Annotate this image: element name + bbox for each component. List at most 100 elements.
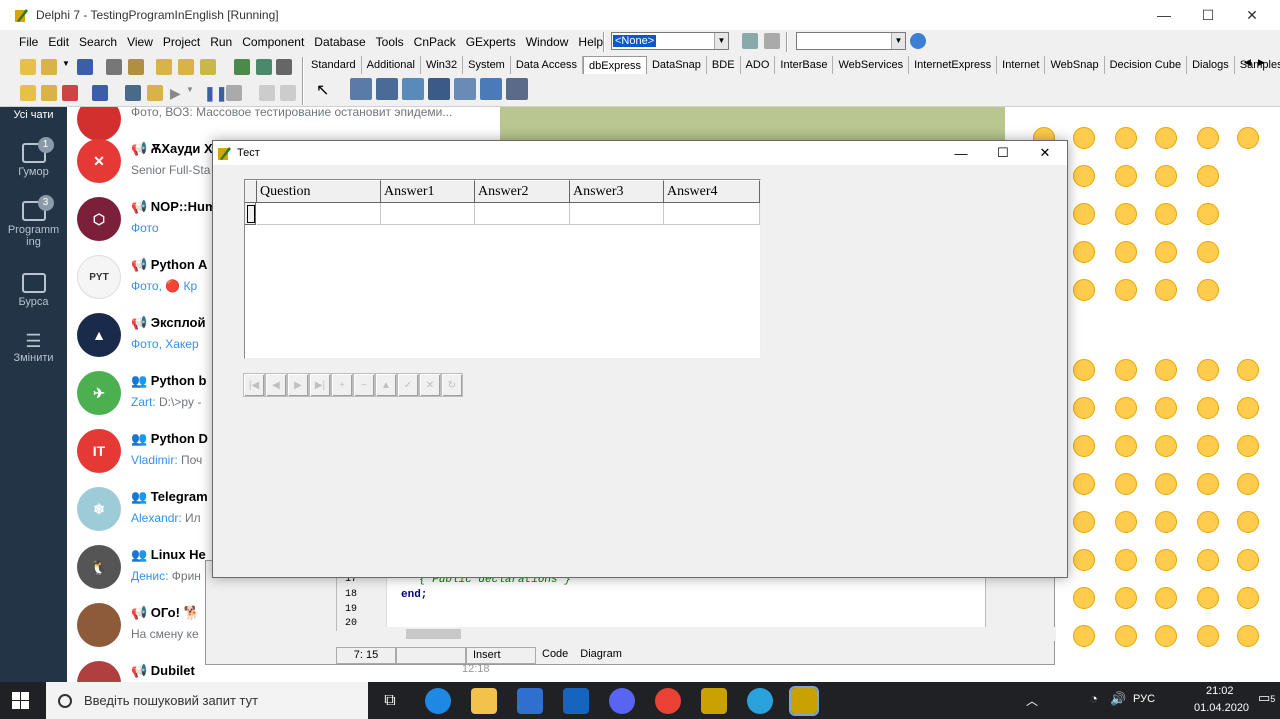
emoji-icon[interactable] [1073, 127, 1095, 149]
add-file-icon[interactable] [156, 59, 172, 75]
help-book-icon[interactable] [234, 59, 250, 75]
emoji-icon[interactable] [1197, 203, 1219, 225]
menu-edit[interactable]: Edit [43, 31, 74, 53]
emoji-icon[interactable] [1115, 203, 1137, 225]
help-icon[interactable] [276, 59, 292, 75]
emoji-icon[interactable] [1073, 203, 1095, 225]
mail-icon[interactable] [563, 688, 589, 714]
step-over-icon[interactable] [259, 85, 275, 101]
emoji-icon[interactable] [1155, 241, 1177, 263]
toggle-form-unit-icon[interactable] [62, 85, 78, 101]
emoji-icon[interactable] [1115, 397, 1137, 419]
column-header-answer3[interactable]: Answer3 [570, 180, 664, 203]
emoji-icon[interactable] [1115, 127, 1137, 149]
save-icon[interactable] [77, 59, 93, 75]
remove-file-icon[interactable] [178, 59, 194, 75]
folder-bursa[interactable]: Бурса [0, 273, 67, 308]
clock-time[interactable]: 21:02 [1206, 685, 1234, 697]
emoji-icon[interactable] [1155, 587, 1177, 609]
pointer-icon[interactable]: ↖ [316, 80, 332, 99]
open-project-icon[interactable] [128, 59, 144, 75]
emoji-icon[interactable] [1237, 127, 1259, 149]
new-form-icon[interactable] [92, 85, 108, 101]
folder-humor[interactable]: 1 Гумор [0, 137, 67, 178]
emoji-icon[interactable] [1197, 511, 1219, 533]
view-unit-icon[interactable] [20, 85, 36, 101]
maximize-button[interactable]: ☐ [1186, 0, 1230, 30]
palette-tab[interactable]: Internet [997, 56, 1046, 74]
save-all-icon[interactable] [106, 59, 122, 75]
close-button[interactable]: ✕ [1023, 141, 1067, 165]
open-icon[interactable] [41, 59, 57, 75]
sqlstoredproc-icon[interactable] [428, 78, 450, 100]
folder-edit[interactable]: ☰ Змінити [0, 331, 67, 364]
emoji-icon[interactable] [1115, 473, 1137, 495]
palette-tab-active[interactable]: dbExpress [583, 56, 647, 74]
emoji-icon[interactable] [1197, 241, 1219, 263]
menu-component[interactable]: Component [237, 31, 309, 53]
set-debug-desktop-icon[interactable] [764, 33, 780, 49]
discord-icon[interactable] [609, 688, 635, 714]
emoji-icon[interactable] [1115, 587, 1137, 609]
palette-scroll-left-icon[interactable]: ◀ [1244, 57, 1254, 73]
palette-tab[interactable]: System [463, 56, 511, 74]
nav-prior-button[interactable]: ◀ [265, 373, 287, 397]
emoji-icon[interactable] [1155, 625, 1177, 647]
nav-next-button[interactable]: ▶ [287, 373, 309, 397]
emoji-icon[interactable] [1237, 625, 1259, 647]
nav-post-button[interactable]: ✓ [397, 373, 419, 397]
task-view-icon[interactable]: ⧉ [377, 688, 403, 714]
view-form-icon[interactable] [41, 85, 57, 101]
menu-search[interactable]: Search [74, 31, 122, 53]
emoji-icon[interactable] [1115, 359, 1137, 381]
palette-tab[interactable]: InterBase [775, 56, 834, 74]
input-language[interactable]: РУС [1133, 693, 1155, 705]
speaker-icon[interactable]: 🔊 [1110, 691, 1126, 707]
gears-icon[interactable] [125, 85, 141, 101]
tab-code[interactable]: Code [536, 647, 574, 664]
chevron-down-icon[interactable]: ▼ [186, 85, 196, 101]
palette-tab[interactable]: Decision Cube [1105, 56, 1188, 74]
emoji-icon[interactable] [1237, 511, 1259, 533]
desktop-layout-combo[interactable]: <None> ▼ [611, 32, 729, 50]
emoji-icon[interactable] [1237, 549, 1259, 571]
emoji-icon[interactable] [1073, 165, 1095, 187]
menu-run[interactable]: Run [205, 31, 237, 53]
palette-tab[interactable]: Additional [362, 56, 421, 74]
folder-programming[interactable]: 3 Programm ing [0, 195, 67, 248]
emoji-icon[interactable] [1155, 279, 1177, 301]
emoji-icon[interactable] [1073, 473, 1095, 495]
menu-gexperts[interactable]: GExperts [461, 31, 521, 53]
palette-tab[interactable]: DataSnap [647, 56, 707, 74]
clock-date[interactable]: 01.04.2020 [1194, 702, 1249, 714]
delphi-taskbar-icon[interactable] [701, 688, 727, 714]
emoji-icon[interactable] [1115, 435, 1137, 457]
emoji-icon[interactable] [1073, 397, 1095, 419]
nav-refresh-button[interactable]: ↻ [441, 373, 463, 397]
sqlmonitor-icon[interactable] [480, 78, 502, 100]
column-header-answer2[interactable]: Answer2 [475, 180, 570, 203]
palette-tab[interactable]: Data Access [511, 56, 583, 74]
emoji-icon[interactable] [1197, 625, 1219, 647]
taskbar-search-box[interactable]: Введіть пошуковий запит тут [46, 682, 368, 719]
chrome-icon[interactable] [655, 688, 681, 714]
emoji-icon[interactable] [1197, 435, 1219, 457]
emoji-icon[interactable] [1155, 203, 1177, 225]
emoji-icon[interactable] [1197, 165, 1219, 187]
trace-into-icon[interactable] [226, 85, 242, 101]
grid-cell[interactable] [381, 203, 475, 225]
emoji-icon[interactable] [1197, 587, 1219, 609]
run-params-icon[interactable] [147, 85, 163, 101]
emoji-icon[interactable] [1155, 435, 1177, 457]
menu-tools[interactable]: Tools [371, 31, 409, 53]
column-header-answer1[interactable]: Answer1 [381, 180, 475, 203]
sqlconnection-icon[interactable] [350, 78, 372, 100]
emoji-icon[interactable] [1237, 359, 1259, 381]
nav-edit-button[interactable]: ▲ [375, 373, 397, 397]
emoji-icon[interactable] [1115, 625, 1137, 647]
emoji-icon[interactable] [1073, 435, 1095, 457]
emoji-icon[interactable] [1073, 241, 1095, 263]
emoji-icon[interactable] [1115, 511, 1137, 533]
step-out-icon[interactable] [280, 85, 296, 101]
menu-window[interactable]: Window [521, 31, 574, 53]
